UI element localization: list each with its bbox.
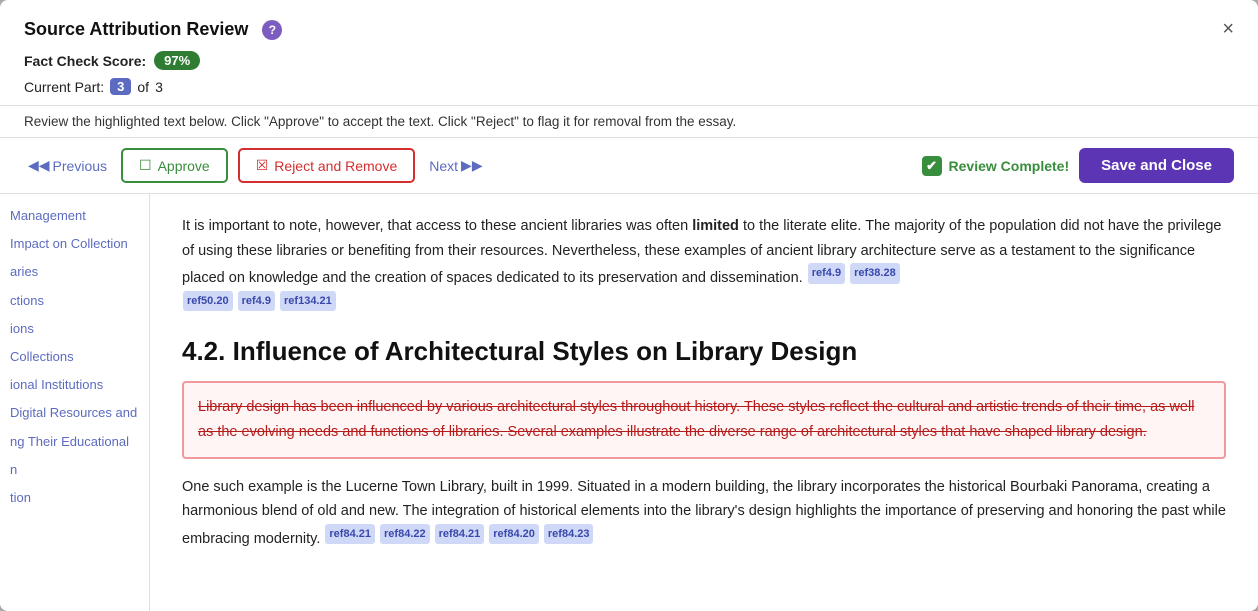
approve-button[interactable]: ☐ Approve	[121, 148, 228, 183]
approve-checkbox-icon: ☐	[139, 157, 152, 174]
save-close-button[interactable]: Save and Close	[1079, 148, 1234, 183]
sidebar-item-ctions[interactable]: ctions	[0, 287, 149, 315]
help-icon[interactable]: ?	[262, 20, 282, 40]
paragraph-1: It is important to note, however, that a…	[182, 214, 1226, 318]
rejected-text: Library design has been influenced by va…	[198, 399, 1194, 440]
para1-text: It is important to note, however, that a…	[182, 218, 1221, 286]
ref-tag: ref84.21	[325, 524, 375, 545]
sidebar-item-ng[interactable]: ng Their Educational	[0, 428, 149, 456]
current-part-row: Current Part: 3 of 3	[24, 78, 1234, 95]
part-total: 3	[155, 79, 163, 95]
content-area[interactable]: It is important to note, however, that a…	[150, 194, 1258, 611]
current-part-label: Current Part:	[24, 79, 104, 95]
fact-check-row: Fact Check Score: 97%	[24, 51, 1234, 70]
approve-label: Approve	[158, 158, 210, 174]
ref-tag: ref4.9	[238, 291, 275, 312]
ref-tag: ref84.22	[380, 524, 430, 545]
ref-tag: ref134.21	[280, 291, 336, 312]
ref-tag: ref84.21	[435, 524, 485, 545]
review-complete: ✔ Review Complete!	[922, 156, 1070, 176]
sidebar-item-collections[interactable]: Collections	[0, 343, 149, 371]
sidebar-item-ional[interactable]: ional Institutions	[0, 371, 149, 399]
score-badge: 97%	[154, 51, 200, 70]
fact-check-label: Fact Check Score:	[24, 53, 146, 69]
close-button[interactable]: ×	[1222, 18, 1234, 41]
ref-tag: ref84.20	[489, 524, 539, 545]
next-label: Next	[429, 158, 458, 174]
modal-header: Source Attribution Review ? × Fact Check…	[0, 0, 1258, 106]
sidebar-item-n[interactable]: n	[0, 456, 149, 484]
instruction-text: Review the highlighted text below. Click…	[24, 114, 736, 129]
previous-label: Previous	[53, 158, 107, 174]
sidebar: Management Impact on Collection aries ct…	[0, 194, 150, 611]
source-attribution-modal: Source Attribution Review ? × Fact Check…	[0, 0, 1258, 611]
instruction-bar: Review the highlighted text below. Click…	[0, 106, 1258, 138]
part-of: of	[137, 79, 149, 95]
next-button[interactable]: Next ▶▶	[425, 151, 486, 180]
prev-arrows: ◀◀	[28, 157, 50, 174]
reject-label: Reject and Remove	[274, 158, 397, 174]
ref-tag: ref50.20	[183, 291, 233, 312]
part-number: 3	[110, 78, 131, 95]
sidebar-item-aries[interactable]: aries	[0, 258, 149, 286]
sidebar-item-tion[interactable]: tion	[0, 484, 149, 512]
rejected-block: Library design has been influenced by va…	[182, 381, 1226, 458]
sidebar-item-ions[interactable]: ions	[0, 315, 149, 343]
sidebar-item-impact[interactable]: Impact on Collection	[0, 230, 149, 258]
reject-button[interactable]: ☒ Reject and Remove	[238, 148, 416, 183]
ref-tag: ref84.23	[544, 524, 594, 545]
modal-title: Source Attribution Review	[24, 19, 248, 40]
sidebar-item-management[interactable]: Management	[0, 202, 149, 230]
next-arrows: ▶▶	[461, 157, 483, 174]
previous-button[interactable]: ◀◀ Previous	[24, 151, 111, 180]
title-left: Source Attribution Review ?	[24, 19, 282, 40]
ref-tag: ref4.9	[808, 263, 845, 284]
section-heading: 4.2. Influence of Architectural Styles o…	[182, 336, 1226, 367]
ref-tag: ref38.28	[850, 263, 900, 284]
main-content: Management Impact on Collection aries ct…	[0, 194, 1258, 611]
reject-checkbox-icon: ☒	[256, 157, 269, 174]
review-complete-check-icon: ✔	[922, 156, 942, 176]
toolbar: ◀◀ Previous ☐ Approve ☒ Reject and Remov…	[0, 138, 1258, 194]
paragraph-2: One such example is the Lucerne Town Lib…	[182, 475, 1226, 552]
review-complete-label: Review Complete!	[949, 158, 1070, 174]
sidebar-item-digital[interactable]: Digital Resources and	[0, 399, 149, 427]
